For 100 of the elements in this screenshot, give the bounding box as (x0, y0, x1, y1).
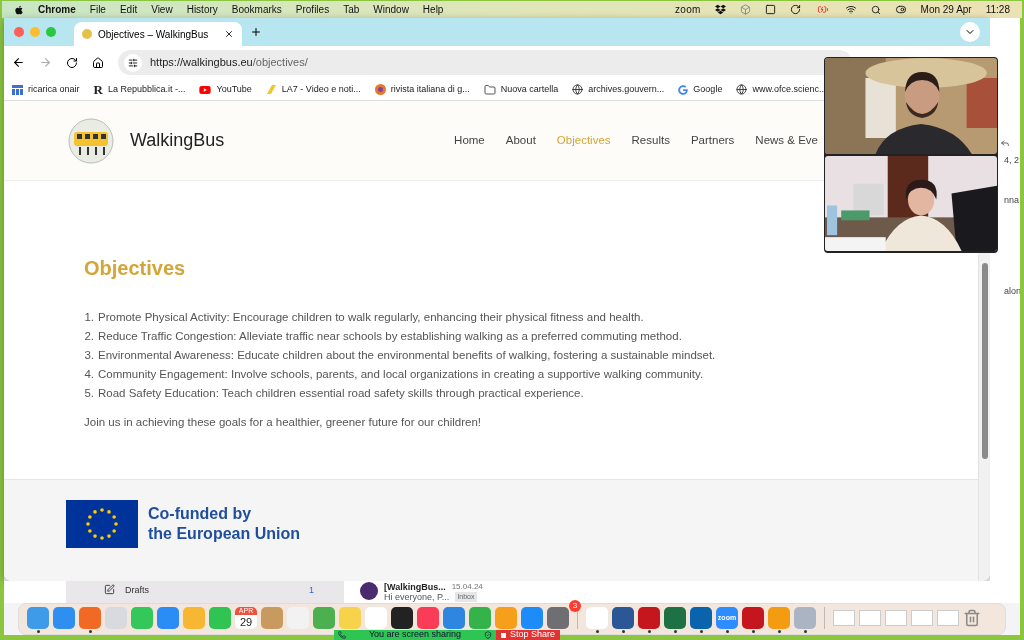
page-heading: Objectives (84, 256, 187, 280)
bookmark[interactable]: R La Repubblica.it -... (93, 82, 186, 97)
bookmark[interactable]: YouTube (199, 82, 252, 97)
search-icon[interactable] (870, 4, 881, 15)
folder-count: 1 (309, 584, 314, 598)
nav-link[interactable]: About (505, 131, 536, 150)
menu-item[interactable]: Edit (119, 2, 138, 17)
square-icon[interactable] (764, 4, 776, 15)
new-tab-icon[interactable] (250, 26, 262, 38)
site-name[interactable]: WalkingBus (130, 127, 225, 154)
window-thumbnail[interactable] (911, 610, 933, 627)
eu-flag-icon (66, 499, 138, 548)
stop-share-button[interactable]: Stop Share (496, 630, 560, 640)
logo-letter: R (93, 83, 103, 96)
mail-date: 15.04.24 (451, 582, 483, 593)
bookmark[interactable]: www.ofce.scienc... (736, 82, 827, 97)
nav-link[interactable]: Partners (690, 131, 735, 150)
menu-item[interactable]: Chrome (38, 2, 76, 17)
home-icon[interactable] (92, 56, 104, 69)
menu-item[interactable]: Window (373, 2, 409, 17)
site-settings-icon[interactable] (128, 57, 138, 68)
funding-text: Co-funded by (148, 503, 253, 524)
phone-icon (338, 631, 346, 639)
bookmark[interactable]: Google (678, 82, 723, 97)
zoom-status-item[interactable]: zoom (675, 2, 701, 17)
list-number: 3. (84, 348, 94, 363)
mail-snippet: 4, 2 (1004, 154, 1020, 167)
globe-icon (572, 84, 584, 95)
reply-icon[interactable] (1000, 138, 1010, 148)
running-indicator (595, 630, 599, 634)
list-number: 1. (84, 310, 94, 325)
favicon-icon (82, 29, 92, 39)
objective-text: Community Engagement: Involve schools, parents, and local organizations in creating a supportive walking community. (98, 367, 704, 382)
window-thumbnail[interactable] (859, 610, 881, 627)
flag-icon (265, 84, 277, 95)
avatar (360, 582, 378, 601)
close-icon[interactable] (224, 29, 234, 39)
objective-text: Road Safety Education: Teach children essential road safety skills through practical experience. (98, 386, 584, 401)
bookmark[interactable]: rivista italiana di g... (374, 82, 470, 97)
nav-link[interactable]: Results (631, 131, 670, 150)
menu-item[interactable]: Bookmarks (231, 2, 282, 17)
running-indicator (621, 630, 625, 634)
app-icon[interactable] (391, 607, 413, 630)
sync-icon[interactable] (789, 4, 801, 15)
window-thumbnail[interactable] (885, 610, 907, 627)
mail-subject: [WalkingBus... (384, 582, 446, 593)
close-window-button[interactable] (14, 27, 24, 37)
bars-icon (12, 84, 23, 95)
tab-search-button[interactable] (960, 22, 980, 42)
mail-snippet: nna (1004, 193, 1020, 207)
circle-icon (374, 84, 386, 95)
reload-icon[interactable] (66, 56, 78, 69)
folder-icon (483, 83, 496, 96)
shield-icon (484, 631, 492, 639)
google-icon (678, 84, 689, 95)
bookmark[interactable]: LA7 - Video e noti... (265, 82, 361, 97)
running-indicator (673, 630, 677, 634)
objective-text: Environmental Awareness: Educate children about the environmental benefits of walking, fostering a sustainable mindset. (98, 348, 716, 363)
mail-snippet: alon (1004, 285, 1020, 298)
menu-item[interactable]: Help (422, 2, 444, 17)
menu-item[interactable]: History (186, 2, 218, 17)
menu-bar-time[interactable]: 11:28 (985, 2, 1010, 17)
walking-bus-logo-icon[interactable] (68, 117, 114, 164)
running-indicator (803, 630, 807, 634)
browser-tab[interactable]: Objectives – WalkingBus (74, 22, 242, 46)
running-indicator (647, 630, 651, 634)
objective-text: Promote Physical Activity: Encourage children to walk regularly, enhancing their physical fitness and health. (98, 310, 644, 325)
maximize-window-button[interactable] (46, 27, 56, 37)
folder-name[interactable]: Drafts (125, 584, 299, 598)
list-number: 4. (84, 367, 94, 382)
control-center-icon[interactable] (894, 4, 907, 15)
scrollbar[interactable] (978, 255, 990, 582)
running-indicator (725, 630, 729, 634)
window-thumbnail[interactable] (937, 610, 959, 627)
drafts-icon (104, 584, 115, 596)
dropbox-icon[interactable] (714, 4, 726, 15)
menu-item[interactable]: File (89, 2, 106, 17)
menu-item[interactable]: Tab (343, 2, 360, 17)
nav-link[interactable]: Home (454, 131, 485, 150)
running-indicator (699, 630, 703, 634)
bookmark[interactable]: Nuova cartella (483, 82, 559, 97)
menu-item[interactable]: View (151, 2, 173, 17)
url-text: https://walkingbus.eu/objectives/ (150, 55, 308, 71)
window-thumbnail[interactable] (833, 610, 855, 627)
apple-icon[interactable] (14, 4, 24, 15)
app-icon[interactable] (612, 607, 634, 630)
back-icon[interactable] (12, 56, 25, 69)
menu-bar-date[interactable]: Mon 29 Apr (920, 2, 972, 17)
bookmark[interactable]: ricarica onair (12, 82, 80, 97)
menu-item[interactable]: Profiles (295, 2, 330, 17)
bookmark[interactable]: archives.gouvern... (572, 82, 665, 97)
mail-preview: Hi everyone, P... (384, 592, 450, 603)
play-icon (199, 83, 212, 96)
running-indicator (36, 630, 40, 634)
wifi-icon[interactable] (844, 4, 857, 15)
list-number: 2. (84, 329, 94, 344)
nav-link[interactable]: News & Eve (755, 131, 818, 150)
box-icon[interactable] (739, 4, 751, 15)
funding-text: the European Union (148, 523, 300, 544)
address-bar[interactable]: https://walkingbus.eu/objectives/ (118, 50, 852, 75)
